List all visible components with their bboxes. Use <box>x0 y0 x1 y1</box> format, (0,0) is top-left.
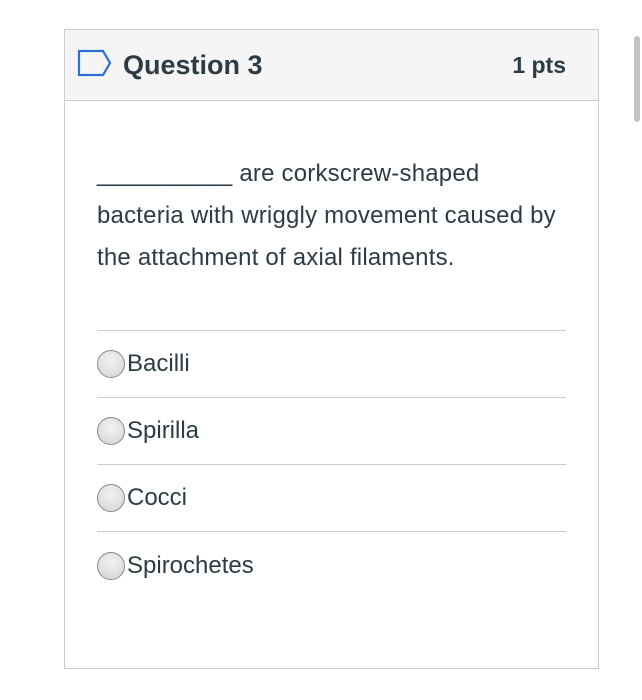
answer-label[interactable]: Cocci <box>127 484 187 512</box>
answer-option[interactable]: Spirilla <box>97 398 566 465</box>
answer-label[interactable]: Spirochetes <box>127 552 254 580</box>
radio-button[interactable] <box>97 417 125 445</box>
radio-button[interactable] <box>97 484 125 512</box>
radio-button[interactable] <box>97 350 125 378</box>
answer-list: Bacilli Spirilla Cocci Spirochetes <box>97 330 566 599</box>
answer-option[interactable]: Spirochetes <box>97 532 566 599</box>
answer-label[interactable]: Spirilla <box>127 417 199 445</box>
answer-option[interactable]: Bacilli <box>97 331 566 398</box>
question-text: __________ are corkscrew-shaped bacteria… <box>97 160 556 271</box>
question-body: __________ are corkscrew-shaped bacteria… <box>65 153 598 599</box>
answer-option[interactable]: Cocci <box>97 465 566 532</box>
page: Question 3 1 pts __________ are corkscre… <box>0 0 642 700</box>
radio-button[interactable] <box>97 551 125 580</box>
flag-question-icon[interactable] <box>77 48 113 78</box>
question-card: Question 3 1 pts __________ are corkscre… <box>64 29 599 669</box>
question-points: 1 pts <box>512 51 566 78</box>
question-header: Question 3 1 pts <box>65 30 598 101</box>
question-title: Question 3 <box>123 49 263 80</box>
answer-label[interactable]: Bacilli <box>127 350 190 378</box>
scrollbar[interactable] <box>634 36 640 122</box>
